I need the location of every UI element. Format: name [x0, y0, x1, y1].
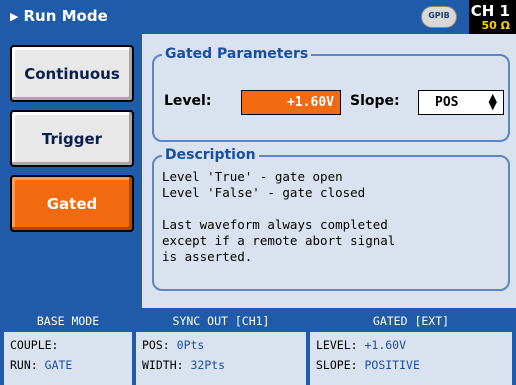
- gpib-icon: GPIB: [421, 6, 457, 28]
- continuous-button-label: Continuous: [24, 64, 120, 83]
- gpib-label: GPIB: [428, 11, 450, 20]
- width-line: WIDTH: 32Pts: [142, 358, 225, 372]
- spinner-icon: ▲ ▼: [488, 91, 497, 112]
- description-legend: Description: [162, 147, 259, 163]
- run-mode-screen: ▶ Run Mode GPIB CH 1 50 Ω Continuous Trig…: [0, 0, 516, 385]
- run-label: RUN:: [10, 358, 38, 372]
- base-mode-cell: COUPLE: RUN: GATE: [4, 332, 132, 385]
- status-level-label: LEVEL:: [316, 338, 358, 352]
- couple-line: COUPLE:: [10, 338, 58, 352]
- sync-out-cell: POS: 0Pts WIDTH: 32Pts: [136, 332, 306, 385]
- channel-label: CH 1: [470, 2, 510, 20]
- impedance-label: 50 Ω: [481, 19, 511, 32]
- trigger-button[interactable]: Trigger: [10, 110, 134, 167]
- status-level-value: +1.60V: [364, 338, 407, 352]
- gated-ext-cell: LEVEL: +1.60V SLOPE: POSITIVE: [310, 332, 512, 385]
- level-label: Level:: [164, 93, 212, 109]
- gated-button-label: Gated: [46, 194, 98, 213]
- gated-parameters-legend: Gated Parameters: [162, 46, 312, 62]
- status-slope-line: SLOPE: POSITIVE: [316, 358, 420, 372]
- description-text: Level 'True' - gate open Level 'False' -…: [162, 169, 396, 264]
- base-mode-header: BASE MODE: [4, 312, 132, 330]
- trigger-button-label: Trigger: [41, 129, 103, 148]
- slope-value: POS: [435, 95, 459, 110]
- gated-parameters-group: Gated Parameters Level: +1.60V Slope: PO…: [152, 46, 510, 142]
- page-title-text: Run Mode: [23, 7, 108, 25]
- channel-indicator: CH 1 50 Ω: [469, 0, 516, 34]
- title-bar: ▶ Run Mode GPIB CH 1 50 Ω: [0, 0, 516, 34]
- continuous-button[interactable]: Continuous: [10, 45, 134, 102]
- status-bar: BASE MODE SYNC OUT [CH1] GATED [EXT] COU…: [0, 308, 516, 385]
- page-title: ▶ Run Mode: [10, 7, 108, 25]
- run-line: RUN: GATE: [10, 358, 72, 372]
- slope-label: Slope:: [350, 93, 400, 109]
- status-slope-value: POSITIVE: [364, 358, 420, 372]
- level-input[interactable]: +1.60V: [241, 90, 341, 115]
- sync-out-header: SYNC OUT [CH1]: [136, 312, 306, 330]
- mode-panel: Continuous Trigger Gated: [0, 34, 142, 308]
- width-label: WIDTH:: [142, 358, 184, 372]
- status-slope-label: SLOPE:: [316, 358, 358, 372]
- slope-select[interactable]: POS ▲ ▼: [418, 90, 504, 115]
- couple-label: COUPLE:: [10, 338, 59, 352]
- gated-button[interactable]: Gated: [10, 175, 134, 232]
- pos-value: 0Pts: [176, 338, 205, 352]
- pos-line: POS: 0Pts: [142, 338, 204, 352]
- main-content: Gated Parameters Level: +1.60V Slope: PO…: [142, 34, 516, 308]
- pos-label: POS:: [142, 338, 170, 352]
- status-level-line: LEVEL: +1.60V: [316, 338, 406, 352]
- run-value: GATE: [44, 358, 73, 372]
- width-value: 32Pts: [190, 358, 226, 372]
- description-group: Description Level 'True' - gate open Lev…: [152, 147, 510, 291]
- gated-ext-header: GATED [EXT]: [310, 312, 512, 330]
- right-arrow-icon: ▶: [10, 10, 19, 23]
